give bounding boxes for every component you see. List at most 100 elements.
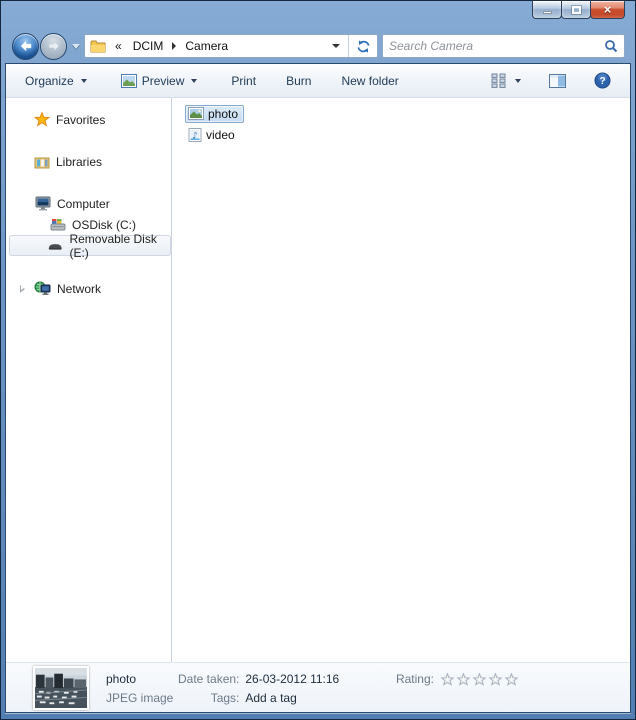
refresh-button[interactable]: [348, 34, 377, 58]
back-arrow-icon: [19, 40, 33, 52]
video-file-icon: ♪: [188, 128, 202, 142]
views-icon: [491, 73, 508, 88]
details-metadata: Date taken: 26-03-2012 11:16 Tags: Add a…: [178, 663, 339, 708]
libraries-icon: [34, 155, 50, 169]
breadcrumb-item-dcim[interactable]: DCIM: [131, 37, 166, 55]
window-controls: ×: [533, 0, 625, 19]
computer-icon: [34, 196, 51, 211]
navigation-pane: Favorites Libraries: [6, 98, 172, 662]
sidebar-label: Computer: [57, 197, 110, 211]
rating-stars: [441, 673, 518, 686]
photo-thumbnail[interactable]: [33, 666, 89, 710]
print-button[interactable]: Print: [222, 69, 265, 93]
file-list[interactable]: photo ♪ video: [172, 98, 630, 662]
chevron-down-icon: [191, 79, 197, 83]
maximize-button[interactable]: [561, 0, 591, 19]
search-icon[interactable]: [604, 39, 618, 53]
preview-pane-icon: [549, 74, 566, 88]
help-icon: ?: [594, 72, 611, 89]
new-folder-button[interactable]: New folder: [332, 69, 407, 93]
rating-label: Rating:: [396, 670, 434, 689]
expand-arrow-icon[interactable]: [20, 285, 25, 293]
breadcrumb-item-camera[interactable]: Camera: [183, 37, 230, 55]
navigation-bar: « DCIM Camera: [5, 29, 631, 63]
file-item-video[interactable]: ♪ video: [185, 126, 241, 144]
command-toolbar: Organize Preview Print Burn New folder: [6, 64, 630, 98]
sidebar-item-computer[interactable]: Computer: [6, 193, 171, 214]
image-file-icon: [188, 107, 204, 120]
star-outline-icon[interactable]: [489, 673, 502, 686]
picture-icon: [121, 74, 137, 88]
client-area: Organize Preview Print Burn New folder: [5, 63, 631, 713]
back-button[interactable]: [12, 33, 39, 60]
file-row: photo: [185, 103, 630, 124]
star-outline-icon[interactable]: [473, 673, 486, 686]
burn-label: Burn: [286, 74, 311, 88]
organize-label: Organize: [25, 74, 74, 88]
sidebar-item-favorites[interactable]: Favorites: [6, 109, 171, 130]
minimize-icon: [543, 11, 552, 14]
date-taken-value: 26-03-2012 11:16: [245, 670, 339, 689]
star-outline-icon[interactable]: [441, 673, 454, 686]
details-file-name: photo: [106, 670, 178, 689]
chevron-down-icon: [81, 79, 87, 83]
file-name: photo: [208, 107, 238, 121]
details-name-block: photo JPEG image: [106, 663, 178, 708]
address-dropdown-icon[interactable]: [332, 44, 340, 48]
address-bar[interactable]: « DCIM Camera: [84, 34, 378, 58]
spacer: [6, 130, 171, 151]
file-item-photo[interactable]: photo: [185, 105, 244, 123]
forward-button[interactable]: [40, 33, 67, 60]
search-box[interactable]: [382, 34, 625, 58]
details-rating: Rating:: [396, 663, 518, 689]
sidebar-label: Removable Disk (E:): [69, 232, 170, 260]
tags-label: Tags:: [178, 689, 239, 708]
file-name: video: [206, 128, 235, 142]
sidebar-item-libraries[interactable]: Libraries: [6, 151, 171, 172]
removable-drive-icon: [47, 241, 63, 251]
maximize-icon: [572, 6, 581, 14]
sidebar-label: Network: [57, 282, 101, 296]
sidebar-label: Libraries: [56, 155, 102, 169]
date-taken-label: Date taken:: [178, 670, 239, 689]
sidebar-label: Favorites: [56, 113, 105, 127]
print-label: Print: [231, 74, 256, 88]
star-outline-icon[interactable]: [505, 673, 518, 686]
preview-button[interactable]: Preview: [112, 69, 207, 93]
file-row: ♪ video: [185, 124, 630, 145]
recent-pages-dropdown[interactable]: [72, 44, 80, 49]
sidebar-item-removable-disk[interactable]: Removable Disk (E:): [9, 235, 171, 256]
breadcrumb: « DCIM Camera: [113, 37, 332, 55]
search-input[interactable]: [389, 39, 604, 53]
sidebar-item-network[interactable]: Network: [6, 278, 171, 299]
spacer: [6, 172, 171, 193]
tags-add-field[interactable]: Add a tag: [245, 689, 339, 708]
chevron-down-icon: [515, 79, 521, 83]
organize-button[interactable]: Organize: [16, 69, 96, 93]
close-icon: ×: [604, 3, 612, 16]
network-icon: [34, 281, 51, 296]
burn-button[interactable]: Burn: [277, 69, 320, 93]
explorer-window: × « DCIM Camera: [0, 0, 636, 720]
change-view-button[interactable]: [482, 68, 530, 93]
refresh-icon: [356, 39, 371, 54]
folder-icon: [90, 39, 107, 53]
sidebar-label: OSDisk (C:): [72, 218, 136, 232]
preview-pane-button[interactable]: [540, 69, 575, 93]
title-bar[interactable]: ×: [5, 1, 631, 29]
new-folder-label: New folder: [341, 74, 398, 88]
help-button[interactable]: ?: [585, 67, 620, 94]
close-button[interactable]: ×: [590, 0, 625, 19]
breadcrumb-overflow-chevron[interactable]: «: [113, 37, 124, 55]
preview-label: Preview: [142, 74, 185, 88]
star-outline-icon[interactable]: [457, 673, 470, 686]
hard-drive-icon: [50, 218, 66, 231]
folder-body: Favorites Libraries: [6, 98, 630, 662]
details-pane: photo JPEG image Date taken: 26-03-2012 …: [6, 662, 630, 712]
breadcrumb-separator-icon[interactable]: [172, 42, 176, 50]
toolbar-right-group: ?: [482, 67, 620, 94]
minimize-button[interactable]: [532, 0, 562, 19]
star-icon: [34, 112, 50, 127]
svg-text:?: ?: [599, 76, 605, 87]
details-file-type: JPEG image: [106, 689, 178, 708]
